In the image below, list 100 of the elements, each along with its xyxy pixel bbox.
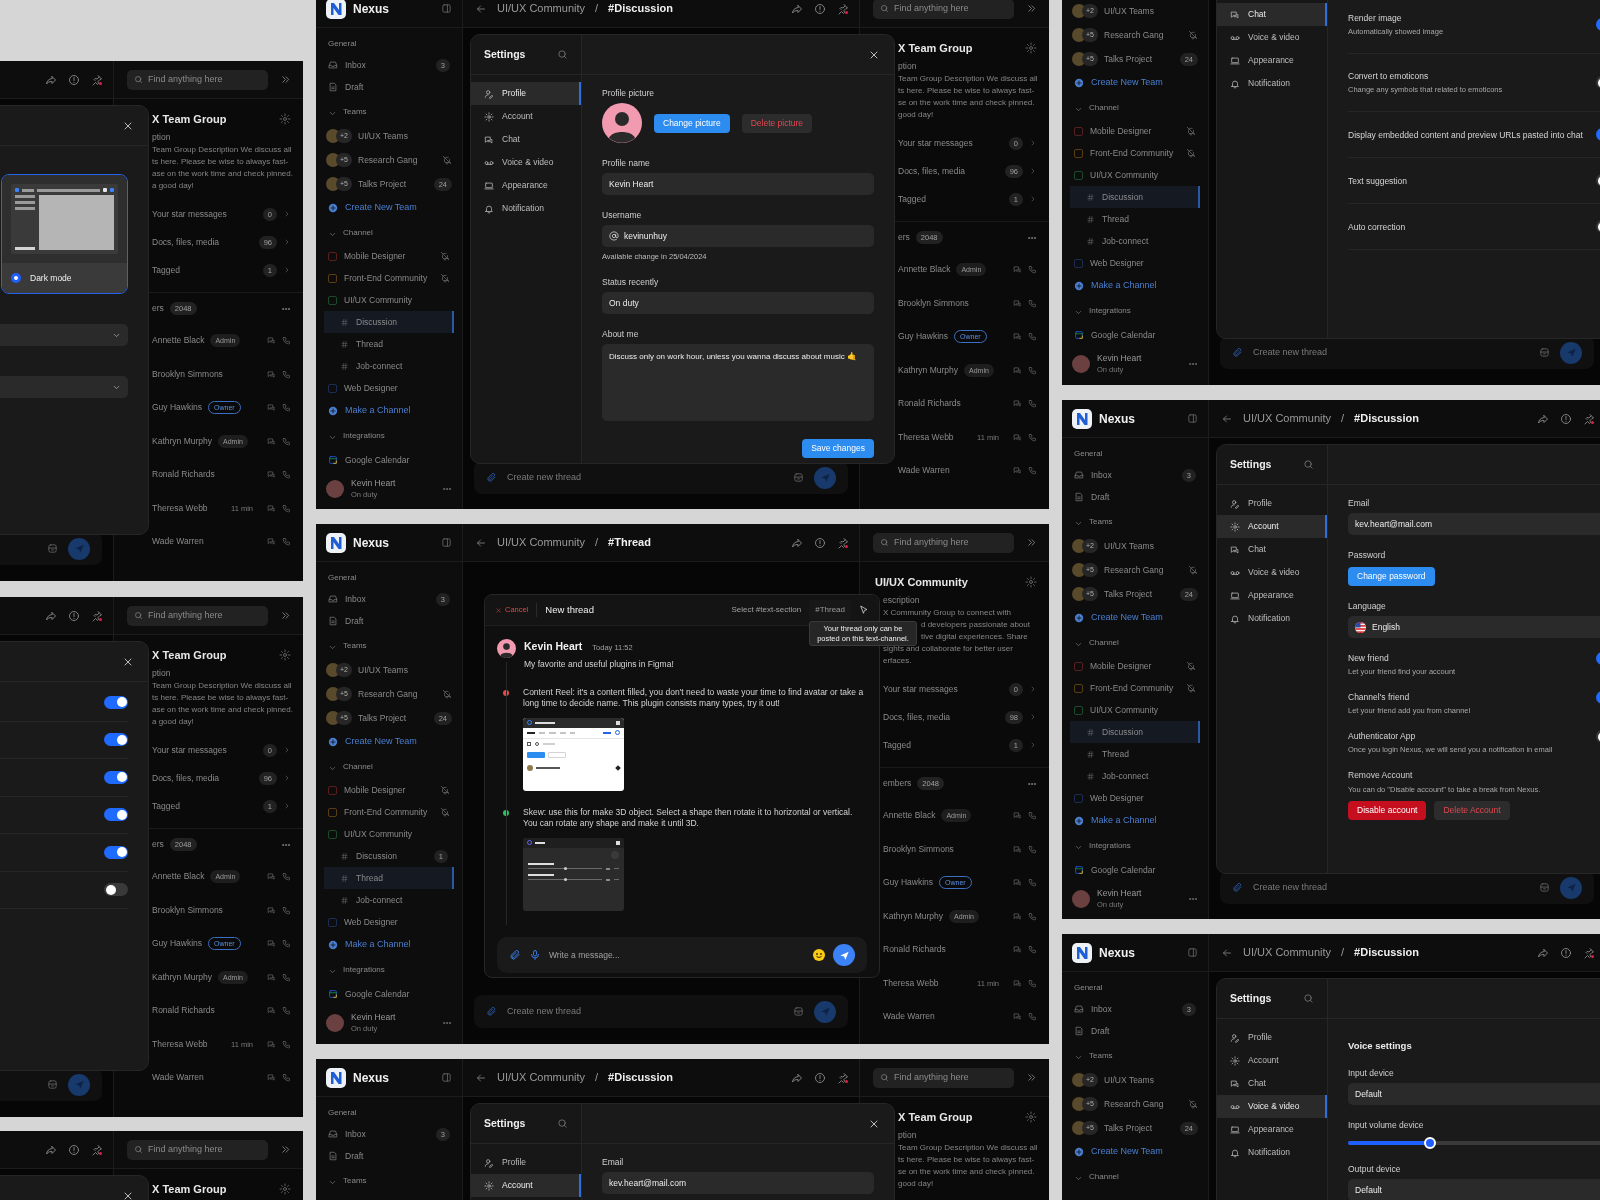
action-button[interactable]: Delete picture: [741, 113, 813, 133]
nav-item[interactable]: Account: [1217, 1049, 1327, 1072]
sidebar-item[interactable]: Mobile Designer: [324, 779, 454, 801]
toggle-switch[interactable]: [104, 733, 128, 747]
chat-icon[interactable]: [1013, 945, 1022, 955]
phone-icon[interactable]: [1028, 432, 1037, 442]
dropdown[interactable]: Default: [1348, 1179, 1600, 1200]
phone-icon[interactable]: [282, 403, 291, 413]
settings-icon[interactable]: [1025, 576, 1037, 588]
phone-icon[interactable]: [282, 537, 291, 547]
phone-icon[interactable]: [1028, 911, 1037, 921]
chat-icon[interactable]: [267, 1073, 276, 1083]
section-header[interactable]: Channel: [1070, 629, 1200, 655]
breadcrumb-link[interactable]: UI/UX Community: [497, 534, 586, 551]
settings-icon[interactable]: [279, 113, 291, 125]
expand-icon[interactable]: [280, 74, 291, 85]
sidebar-item[interactable]: Job-connect: [1070, 765, 1200, 787]
section-header[interactable]: Teams: [1070, 1042, 1200, 1068]
paperclip-icon[interactable]: [486, 1006, 497, 1017]
back-arrow-icon[interactable]: [1221, 946, 1233, 959]
phone-icon[interactable]: [282, 470, 291, 480]
phone-icon[interactable]: [282, 436, 291, 446]
action-button[interactable]: Save changes: [802, 439, 874, 459]
sidebar-item[interactable]: UI/UX Community: [324, 823, 454, 845]
phone-icon[interactable]: [1028, 466, 1037, 476]
breadcrumb-link[interactable]: UI/UX Community: [1243, 944, 1332, 961]
search-icon[interactable]: [1303, 459, 1314, 470]
phone-icon[interactable]: [1028, 978, 1037, 988]
info-icon[interactable]: [68, 609, 80, 622]
phone-icon[interactable]: [282, 336, 291, 346]
message-field[interactable]: Create new thread: [474, 995, 848, 1028]
nav-item[interactable]: Appearance: [1217, 49, 1327, 72]
microphone-icon[interactable]: [529, 949, 541, 961]
section-header[interactable]: Teams: [324, 632, 454, 658]
sidebar-item[interactable]: Thread: [1070, 743, 1200, 765]
share-icon[interactable]: [1537, 946, 1549, 959]
text-field[interactable]: kev.heart@mail.com: [602, 1172, 874, 1194]
chat-icon[interactable]: [1013, 466, 1022, 476]
text-field[interactable]: Kevin Heart: [602, 173, 874, 195]
settings-icon[interactable]: [1025, 1111, 1037, 1123]
chat-icon[interactable]: [1013, 811, 1022, 821]
sidebar-link[interactable]: Create New Team: [1070, 71, 1200, 94]
section-header[interactable]: Integrations: [324, 956, 454, 982]
pin-icon[interactable]: [837, 2, 849, 15]
pin-icon[interactable]: [1583, 946, 1595, 959]
sidebar-item[interactable]: Draft: [324, 1145, 454, 1167]
text-area[interactable]: Discuss only on work hour, unless you wanna discuss about music 🤙: [602, 344, 874, 422]
sidebar-item[interactable]: Thread: [1070, 208, 1200, 230]
back-arrow-icon[interactable]: [475, 2, 487, 15]
phone-icon[interactable]: [282, 872, 291, 882]
chat-icon[interactable]: [1013, 1012, 1022, 1022]
chat-icon[interactable]: [267, 470, 276, 480]
phone-icon[interactable]: [1028, 1012, 1037, 1022]
expand-icon[interactable]: [280, 610, 291, 621]
sidebar-toggle-icon[interactable]: [1187, 947, 1198, 958]
chat-icon[interactable]: [267, 503, 276, 513]
sidebar-item[interactable]: Front-End Community: [1070, 142, 1200, 164]
phone-icon[interactable]: [282, 939, 291, 949]
breadcrumb-link[interactable]: UI/UX Community: [497, 0, 586, 17]
chat-icon[interactable]: [267, 403, 276, 413]
chat-icon[interactable]: [1013, 365, 1022, 375]
toggle-switch[interactable]: [104, 845, 128, 859]
chat-icon[interactable]: [1013, 878, 1022, 888]
sidebar-item[interactable]: Draft: [1070, 1020, 1200, 1042]
sidebar-item[interactable]: Mobile Designer: [324, 245, 454, 267]
nav-item[interactable]: Voice & video: [1217, 561, 1327, 584]
pin-icon[interactable]: [91, 73, 103, 86]
paperclip-icon[interactable]: [486, 472, 497, 483]
settings-icon[interactable]: [279, 1183, 291, 1195]
expand-icon[interactable]: [280, 1144, 291, 1155]
sidebar-item[interactable]: Google Calendar: [1070, 323, 1200, 347]
nav-item[interactable]: Account: [471, 105, 581, 128]
search-field[interactable]: Find anything here: [873, 532, 1014, 553]
search-field[interactable]: Find anything here: [873, 1067, 1014, 1088]
chat-icon[interactable]: [1013, 265, 1022, 275]
sidebar-toggle-icon[interactable]: [441, 3, 452, 14]
nav-item[interactable]: Appearance: [1217, 1118, 1327, 1141]
nav-item[interactable]: Profile: [1217, 492, 1327, 515]
text-field[interactable]: On duty: [602, 292, 874, 315]
action-button[interactable]: Delete Account: [1434, 801, 1510, 821]
phone-icon[interactable]: [1028, 399, 1037, 409]
cursor-icon[interactable]: [859, 605, 869, 615]
chat-icon[interactable]: [267, 939, 276, 949]
sidebar-toggle-icon[interactable]: [1187, 413, 1198, 424]
phone-icon[interactable]: [1028, 332, 1037, 342]
section-header[interactable]: Teams: [324, 98, 454, 124]
nav-item[interactable]: Chat: [1217, 1072, 1327, 1095]
search-field[interactable]: Find anything here: [127, 69, 268, 90]
paperclip-icon[interactable]: [1232, 347, 1243, 358]
sidebar-item[interactable]: Discussion: [1070, 721, 1200, 743]
toggle-switch[interactable]: [104, 695, 128, 709]
emoji-icon[interactable]: [813, 949, 825, 961]
sidebar-item[interactable]: Web Designer: [1070, 252, 1200, 274]
chat-icon[interactable]: [1013, 978, 1022, 988]
nav-item[interactable]: Voice & video: [1217, 1095, 1327, 1118]
sidebar-item[interactable]: Front-End Community: [324, 267, 454, 289]
send-button[interactable]: [833, 944, 855, 966]
message-field[interactable]: Write a message...: [497, 937, 867, 973]
search-field[interactable]: Find anything here: [127, 1139, 268, 1160]
info-icon[interactable]: [1560, 412, 1572, 425]
